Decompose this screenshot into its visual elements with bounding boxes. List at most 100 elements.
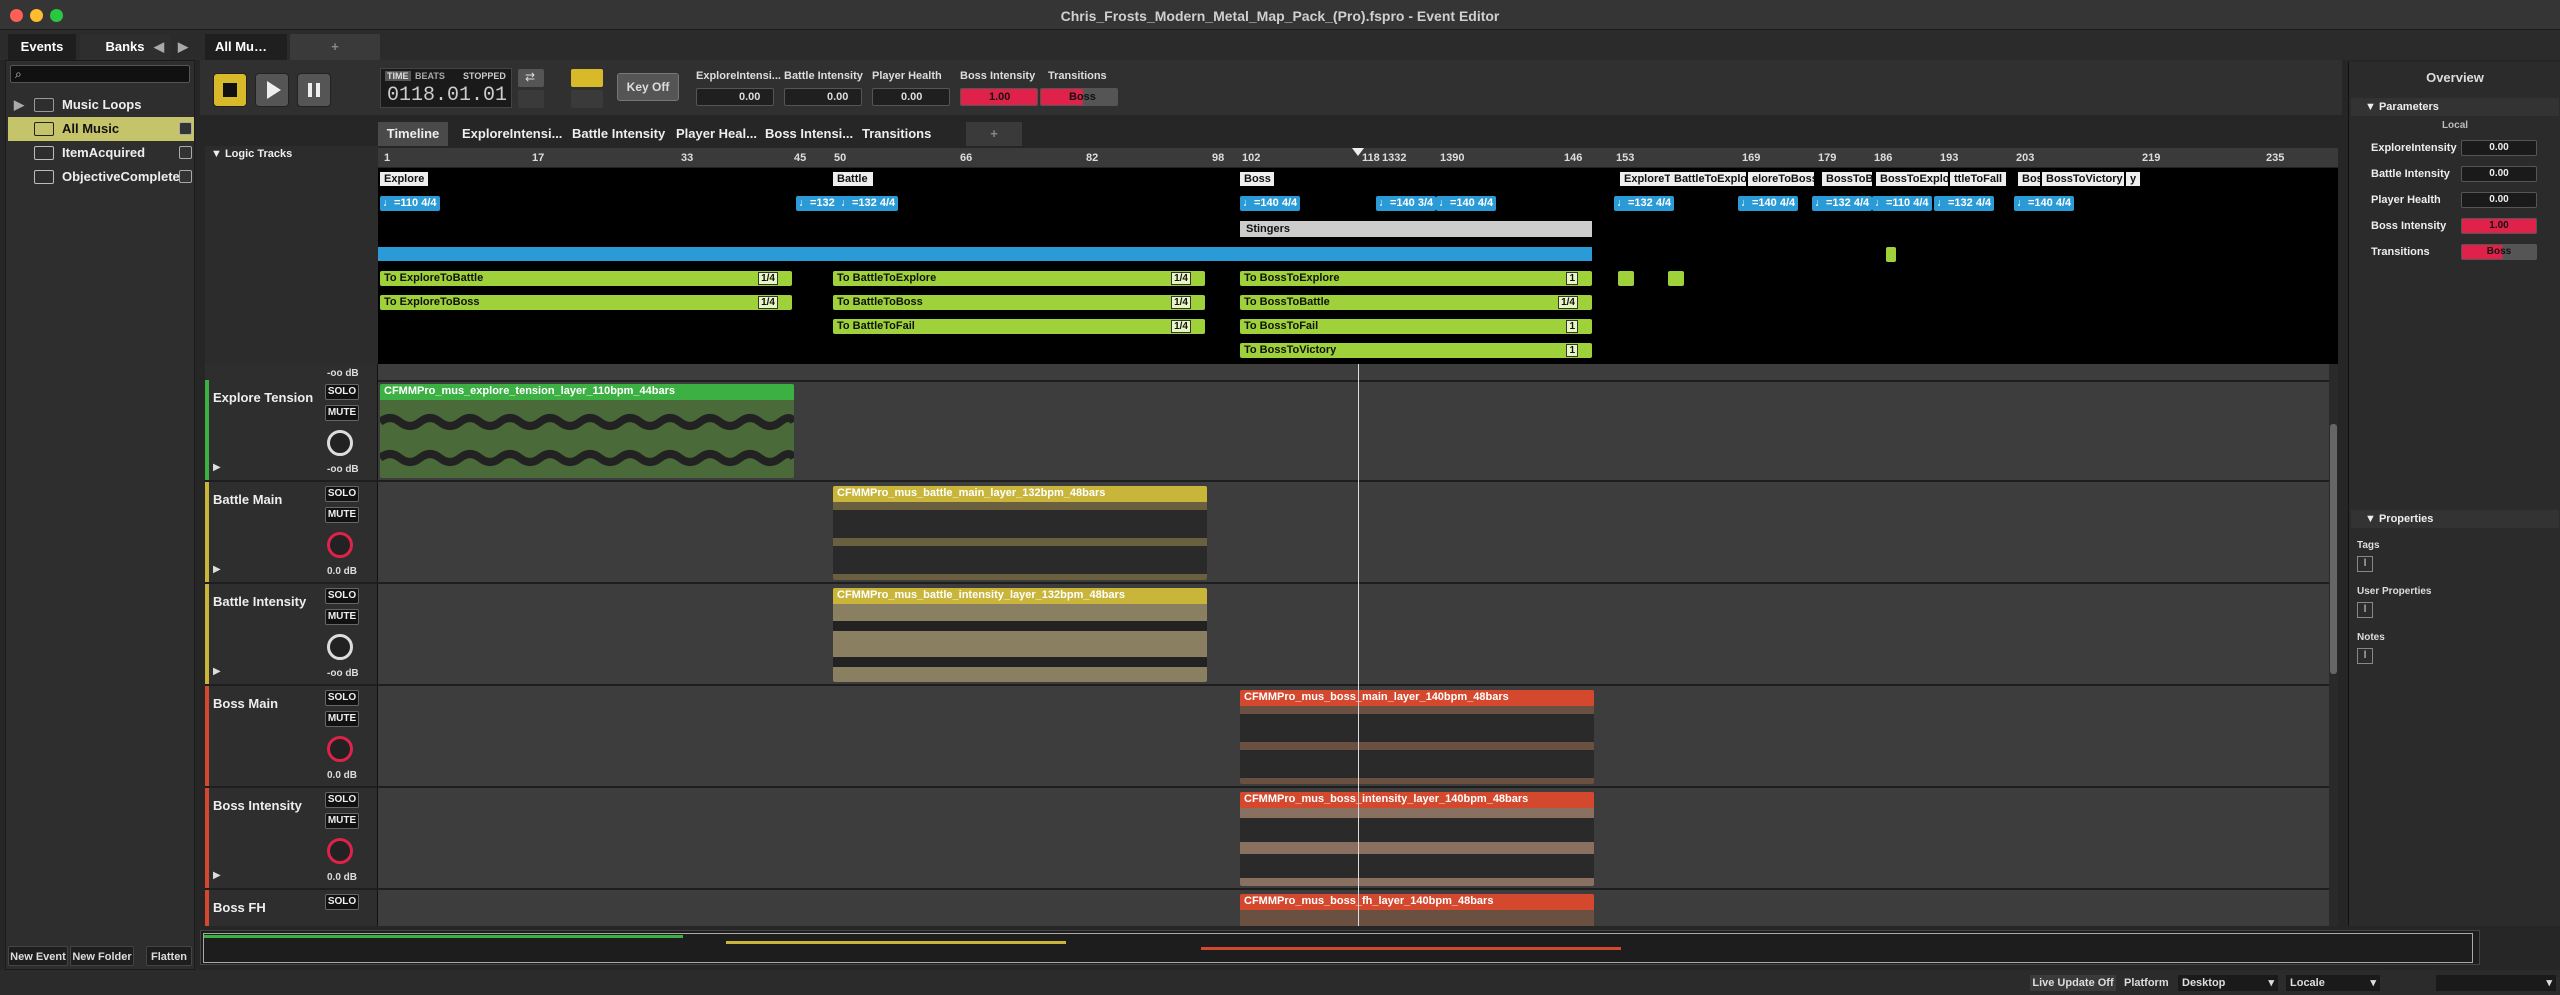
solo-button[interactable]: SOLO xyxy=(325,792,359,808)
vertical-scrollbar[interactable] xyxy=(2329,364,2338,926)
tempo-marker[interactable]: ♩=132 4/4 xyxy=(1614,196,1675,211)
transition-marker[interactable] xyxy=(1886,247,1896,262)
overview-param-row[interactable]: ExploreIntensity 0.00 xyxy=(2351,138,2559,160)
mute-button[interactable]: MUTE xyxy=(325,507,359,523)
tab-events[interactable]: Events xyxy=(8,34,76,60)
expand-track-icon[interactable]: ▶ xyxy=(213,666,221,677)
add-parameter-tab-button[interactable]: + xyxy=(966,122,1022,146)
expand-track-icon[interactable]: ▶ xyxy=(213,870,221,881)
transition-region[interactable]: To ExploreToBattle 1/4 xyxy=(380,271,792,286)
audio-clip[interactable]: CFMMPro_mus_boss_main_layer_140bpm_48bar… xyxy=(1240,690,1594,784)
transition-region[interactable]: To BattleToBoss 1/4 xyxy=(833,295,1205,310)
beats-mode-label[interactable]: BEATS xyxy=(415,71,445,81)
destination-marker[interactable]: Bos xyxy=(2018,172,2040,186)
track-name[interactable]: Battle Intensity xyxy=(213,594,306,609)
locale-select[interactable]: Locale ▾ xyxy=(2286,975,2380,991)
audio-clip[interactable]: CFMMPro_mus_battle_main_layer_132bpm_48b… xyxy=(833,486,1207,580)
expand-track-icon[interactable]: ▶ xyxy=(213,462,221,473)
loop-playback-button[interactable]: ⇄ xyxy=(518,69,544,87)
solo-button[interactable]: SOLO xyxy=(325,894,359,910)
mute-button[interactable]: MUTE xyxy=(325,711,359,727)
destination-marker[interactable]: BossToBat xyxy=(1822,172,1872,186)
new-folder-button[interactable]: New Folder xyxy=(70,946,134,966)
destination-marker[interactable]: BossToExplore xyxy=(1876,172,1948,186)
play-button[interactable] xyxy=(255,73,289,107)
tempo-marker[interactable]: ♩=140 4/4 xyxy=(1738,196,1799,211)
transition-region[interactable]: To BossToVictory 1 xyxy=(1240,343,1592,358)
audio-clip[interactable]: CFMMPro_mus_boss_fh_layer_140bpm_48bars xyxy=(1240,894,1594,926)
overview-view-window[interactable] xyxy=(203,933,2473,963)
pause-button[interactable] xyxy=(297,73,331,107)
user-properties-input[interactable]: I xyxy=(2357,602,2373,618)
tags-input[interactable]: I xyxy=(2357,556,2373,572)
pause-all-button[interactable] xyxy=(571,90,603,108)
logic-toggle-button[interactable] xyxy=(571,69,603,87)
destination-marker[interactable]: eloreToBoss xyxy=(1748,172,1814,186)
tab-explore-intensity[interactable]: ExploreIntensi... xyxy=(462,122,562,146)
track-name[interactable]: Boss Main xyxy=(213,696,278,711)
mute-button[interactable]: MUTE xyxy=(325,609,359,625)
time-display[interactable]: TIME BEATS STOPPED 0118.01.01 xyxy=(380,68,512,108)
tree-event-objective-complete[interactable]: ObjectiveComplete xyxy=(8,165,194,189)
transition-region[interactable]: To BattleToFail 1/4 xyxy=(833,319,1205,334)
tab-scroll-left-icon[interactable]: ◀ xyxy=(150,34,168,60)
follow-playback-button[interactable] xyxy=(518,90,544,108)
tempo-marker[interactable]: ♩=140 4/4 xyxy=(1240,196,1301,211)
editor-tab-all-music[interactable]: All Mu… xyxy=(205,34,287,60)
tempo-marker[interactable]: ♩=140 3/4 xyxy=(1376,196,1437,211)
stop-button[interactable] xyxy=(213,73,247,107)
logic-track-area[interactable]: Explore Battle Boss ExploreT BattleToExp… xyxy=(378,168,2338,364)
flatten-button[interactable]: Flatten xyxy=(146,946,192,966)
tree-folder-music-loops[interactable]: ▶ Music Loops xyxy=(8,93,194,117)
audio-clip[interactable]: CFMMPro_mus_boss_intensity_layer_140bpm_… xyxy=(1240,792,1594,886)
tree-event-item-acquired[interactable]: ItemAcquired xyxy=(8,141,194,165)
tree-event-all-music[interactable]: All Music xyxy=(8,117,194,141)
overview-param-row[interactable]: Transitions Boss xyxy=(2351,242,2559,264)
tab-player-health[interactable]: Player Heal... xyxy=(676,122,757,146)
solo-button[interactable]: SOLO xyxy=(325,588,359,604)
track-name[interactable]: Battle Main xyxy=(213,492,282,507)
transition-region[interactable]: To BossToFail 1 xyxy=(1240,319,1592,334)
tempo-marker[interactable]: ♩=140 4/4 xyxy=(1436,196,1497,211)
timeline-overview[interactable] xyxy=(200,930,2480,965)
mute-button[interactable]: MUTE xyxy=(325,813,359,829)
param-value-field[interactable]: 0.00 xyxy=(2461,140,2537,156)
tempo-marker[interactable]: ♩=110 4/4 xyxy=(380,196,440,211)
overview-param-row[interactable]: Boss Intensity 1.00 xyxy=(2351,216,2559,238)
track-name[interactable]: Explore Tension xyxy=(213,390,313,405)
audio-clip[interactable]: CFMMPro_mus_explore_tension_layer_110bpm… xyxy=(380,384,794,478)
param-boss-input[interactable]: 1.00 xyxy=(960,88,1038,106)
volume-knob[interactable] xyxy=(327,430,353,456)
destination-marker[interactable]: y xyxy=(2126,172,2140,186)
param-value-field[interactable]: 0.00 xyxy=(2461,192,2537,208)
expand-arrow-icon[interactable]: ▶ xyxy=(14,93,24,117)
track-name[interactable]: Boss Intensity xyxy=(213,798,302,813)
volume-knob[interactable] xyxy=(327,838,353,864)
timeline-ruler[interactable]: 1 17 33 45 50 66 82 98 102 118 1332 1390… xyxy=(378,148,2338,168)
volume-knob[interactable] xyxy=(327,736,353,762)
volume-knob[interactable] xyxy=(327,634,353,660)
tempo-marker[interactable]: ♩=110 4/4 xyxy=(1872,196,1932,211)
param-health-input[interactable]: 0.00 xyxy=(872,88,950,106)
tab-transitions[interactable]: Transitions xyxy=(862,122,931,146)
transition-region[interactable]: To ExploreToBoss 1/4 xyxy=(380,295,792,310)
new-event-button[interactable]: New Event xyxy=(8,946,68,966)
destination-marker[interactable]: Boss xyxy=(1240,172,1274,186)
destination-marker[interactable]: BattleToExplore xyxy=(1670,172,1746,186)
param-value-field[interactable]: 0.00 xyxy=(2461,166,2537,182)
param-value-field[interactable]: Boss xyxy=(2461,244,2537,260)
overview-param-row[interactable]: Player Health 0.00 xyxy=(2351,190,2559,212)
param-battle-input[interactable]: 0.00 xyxy=(784,88,862,106)
audio-clip[interactable]: CFMMPro_mus_battle_intensity_layer_132bp… xyxy=(833,588,1207,682)
status-field[interactable]: ▾ xyxy=(2436,975,2556,991)
volume-knob[interactable] xyxy=(327,532,353,558)
destination-marker[interactable]: Explore xyxy=(380,172,428,186)
destination-marker[interactable]: ttleToFall xyxy=(1950,172,2006,186)
tab-scroll-right-icon[interactable]: ▶ xyxy=(174,34,192,60)
expand-track-icon[interactable]: ▶ xyxy=(213,564,221,575)
transition-marker[interactable] xyxy=(1618,271,1634,286)
parameters-section-header[interactable]: ▼ Parameters xyxy=(2351,98,2559,116)
transition-region[interactable]: To BossToBattle 1/4 xyxy=(1240,295,1592,310)
solo-button[interactable]: SOLO xyxy=(325,384,359,400)
overview-param-row[interactable]: Battle Intensity 0.00 xyxy=(2351,164,2559,186)
